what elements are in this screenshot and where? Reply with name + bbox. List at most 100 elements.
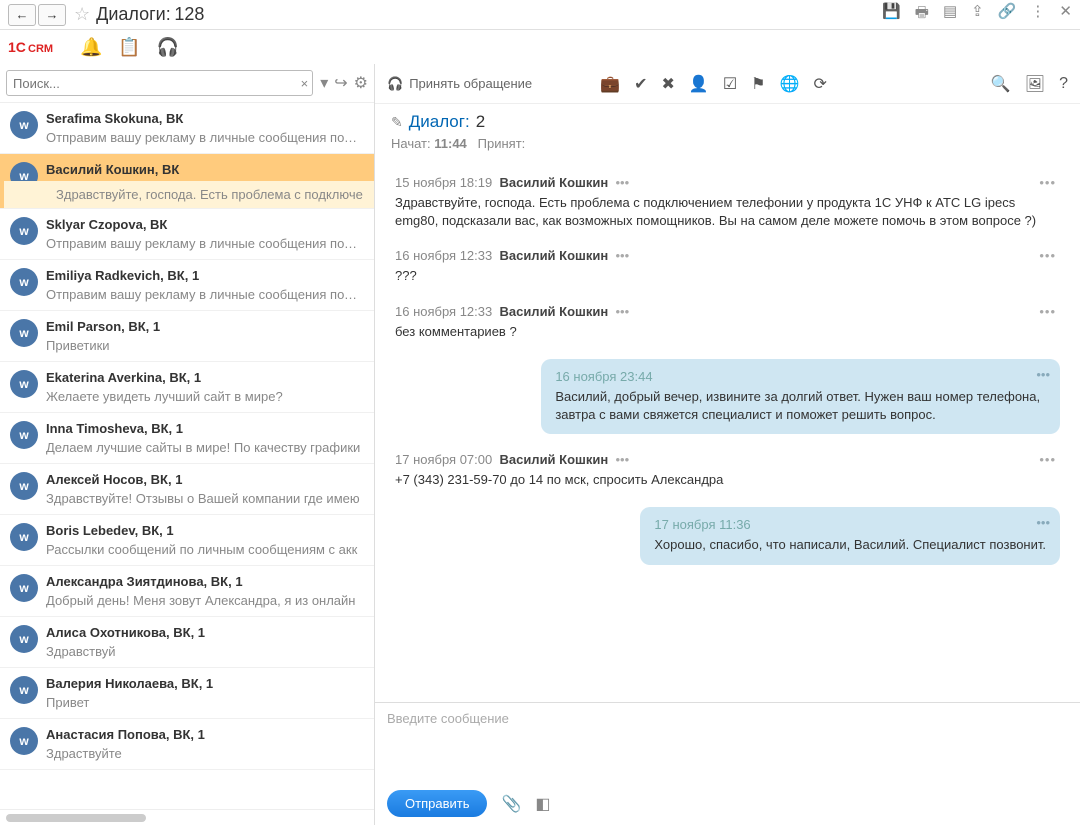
dialog-item-name: Emiliya Radkevich, ВК, 1 (46, 268, 364, 283)
search-input[interactable] (6, 70, 313, 96)
message-text: Василий, добрый вечер, извините за долги… (555, 388, 1046, 424)
globe-icon[interactable]: 🌐 (780, 74, 800, 94)
dialog-item[interactable]: wАлександра Зиятдинова, ВК, 1Добрый день… (0, 566, 374, 617)
check-msg-icon[interactable]: ✔ (634, 74, 647, 94)
dialog-item-preview: Здравствуй (46, 644, 364, 659)
message-incoming: 15 ноября 18:19 Василий Кошкин •••Здравс… (395, 175, 1060, 230)
dialog-item-name: Алексей Носов, ВК, 1 (46, 472, 364, 487)
dialog-item-preview: Отправим вашу рекламу в личные сообщения… (46, 287, 364, 302)
forward-button[interactable]: → (38, 4, 66, 26)
logo: 1CCRM (8, 35, 64, 59)
back-button[interactable]: ← (8, 4, 36, 26)
save-icon[interactable]: 💾 (882, 2, 901, 27)
svg-text:1C: 1C (8, 39, 26, 55)
dialog-item-name: Валерия Николаева, ВК, 1 (46, 676, 364, 691)
message-text: Хорошо, спасибо, что написали, Василий. … (654, 536, 1046, 554)
more-icon[interactable]: ⋮ (1030, 2, 1045, 27)
briefcase-icon[interactable]: 💼 (600, 74, 620, 94)
dialog-item-name: Алиса Охотникова, ВК, 1 (46, 625, 364, 640)
export-icon[interactable]: ⇪ (971, 2, 984, 27)
search-chat-icon[interactable]: 🔍 (991, 74, 1011, 94)
vk-avatar-icon: w (10, 523, 38, 551)
headset-icon[interactable]: 🎧 (157, 37, 179, 58)
vk-avatar-icon: w (10, 727, 38, 755)
doc-icon[interactable]: ▤ (943, 2, 957, 27)
vk-avatar-icon: w (10, 574, 38, 602)
dialog-item[interactable]: wEmiliya Radkevich, ВК, 1Отправим вашу р… (0, 260, 374, 311)
gallery-icon[interactable]: 🖼 (1025, 74, 1045, 94)
app-toolbar: 1CCRM 🔔 📋 🎧 (0, 30, 1080, 64)
messages-area: 15 ноября 18:19 Василий Кошкин ••• Здравс… (375, 159, 1080, 702)
dialog-item[interactable]: wАлексей Носов, ВК, 1Здравствуйте! Отзыв… (0, 464, 374, 515)
dialog-item[interactable]: wInna Timosheva, ВК, 1Делаем лучшие сайт… (0, 413, 374, 464)
dialog-item-name: Sklyar Czopova, ВК (46, 217, 364, 232)
dialog-item[interactable]: wВасилий Кошкин, ВКЗдравствуйте, господа… (0, 154, 374, 209)
refresh-icon[interactable]: ⟳ (813, 74, 826, 94)
started-label: Начат: (391, 136, 431, 151)
message-menu-icon[interactable]: ••• (615, 304, 629, 319)
bell-icon[interactable]: 🔔 (80, 37, 102, 58)
print-icon[interactable]: 🖶 (915, 2, 929, 27)
add-user-icon[interactable]: 👤 (689, 74, 709, 94)
message-actions-icon[interactable]: ••• (1039, 175, 1056, 190)
message-menu-icon[interactable]: ••• (615, 248, 629, 263)
dialog-item-name: Boris Lebedev, ВК, 1 (46, 523, 364, 538)
dialog-count: 128 (174, 4, 204, 25)
close-icon[interactable]: ✕ (1059, 2, 1072, 27)
dialog-item-preview: Приветики (46, 338, 364, 353)
message-menu-icon[interactable]: ••• (615, 452, 629, 467)
dialog-item[interactable]: wSerafima Skokuna, ВКОтправим вашу рекла… (0, 103, 374, 154)
filter-icon[interactable]: ▾ (320, 73, 328, 93)
clear-search-icon[interactable]: × (295, 76, 315, 91)
close-msg-icon[interactable]: ✖ (662, 74, 675, 94)
dialog-item[interactable]: w Алиса Охотникова, ВК, 1 Здравствуй (0, 617, 374, 668)
message-actions-icon[interactable]: ••• (1039, 304, 1056, 319)
message-text: Здравствуйте, господа. Есть проблема с п… (395, 194, 1060, 230)
message-date: 16 ноября 12:33 (395, 248, 492, 263)
dialog-item[interactable]: wВалерия Николаева, ВК, 1Привет (0, 668, 374, 719)
dialog-label: Диалог: (409, 112, 470, 132)
edit-icon[interactable]: ✎ (391, 114, 403, 131)
vk-avatar-icon: w (10, 111, 38, 139)
dialog-item-name: Inna Timosheva, ВК, 1 (46, 421, 364, 436)
clipboard-icon[interactable]: 📋 (118, 37, 140, 58)
favorite-icon[interactable]: ☆ (74, 4, 90, 25)
horizontal-scrollbar[interactable] (0, 809, 374, 825)
message-actions-icon[interactable]: ••• (1036, 367, 1050, 382)
message-actions-icon[interactable]: ••• (1039, 452, 1056, 467)
message-menu-icon[interactable]: ••• (615, 175, 629, 190)
message-incoming: 16 ноября 12:33 Василий Кошкин •••без ко… (395, 304, 1060, 341)
headset-check-icon: 🎧 (387, 76, 403, 92)
help-icon[interactable]: ? (1059, 75, 1068, 93)
message-author: Василий Кошкин (499, 304, 608, 319)
message-date: 15 ноября 18:19 (395, 175, 492, 190)
message-actions-icon[interactable]: ••• (1039, 248, 1056, 263)
message-text: ??? (395, 267, 1060, 285)
dialog-item-preview: Отправим вашу рекламу в личные сообщения… (46, 236, 364, 251)
dialog-item[interactable]: wEkaterina Averkina, ВК, 1Желаете увидет… (0, 362, 374, 413)
dialog-item-preview: Здравствуйте! Отзывы о Вашей компании гд… (46, 491, 364, 506)
dialog-item-preview: Привет (46, 695, 364, 710)
message-author: Василий Кошкин (499, 452, 608, 467)
task-icon[interactable]: ☑ (723, 74, 737, 94)
message-input[interactable] (387, 711, 1068, 779)
link-icon[interactable]: 🔗 (998, 2, 1017, 27)
dialog-item[interactable]: wSklyar Czopova, ВКОтправим вашу рекламу… (0, 209, 374, 260)
dialog-item-preview: Рассылки сообщений по личным сообщениям … (46, 542, 364, 557)
message-date: 16 ноября 12:33 (395, 304, 492, 319)
accept-button[interactable]: 🎧 Принять обращение (387, 76, 532, 92)
send-button[interactable]: Отправить (387, 790, 487, 817)
dialog-item[interactable]: wEmil Parson, ВК, 1Приветики (0, 311, 374, 362)
sticker-icon[interactable]: ◧ (535, 794, 550, 814)
vk-avatar-icon: w (10, 625, 38, 653)
forward-icon[interactable]: ↪ (334, 73, 347, 93)
attach-icon[interactable]: 📎 (501, 794, 521, 814)
titlebar: ← → ☆ Диалоги: 128 💾 🖶 ▤ ⇪ 🔗 ⋮ ✕ (0, 0, 1080, 30)
dialog-item[interactable]: wАнастасия Попова, ВК, 1Здраствуйте (0, 719, 374, 770)
vk-avatar-icon: w (10, 319, 38, 347)
message-actions-icon[interactable]: ••• (1036, 515, 1050, 530)
message-date: 16 ноября 23:44 (555, 369, 1046, 384)
flag-icon[interactable]: ⚑ (751, 74, 765, 94)
settings-icon[interactable]: ⚙ (354, 73, 368, 93)
dialog-item[interactable]: w Boris Lebedev, ВК, 1 Рассылки сообщений … (0, 515, 374, 566)
